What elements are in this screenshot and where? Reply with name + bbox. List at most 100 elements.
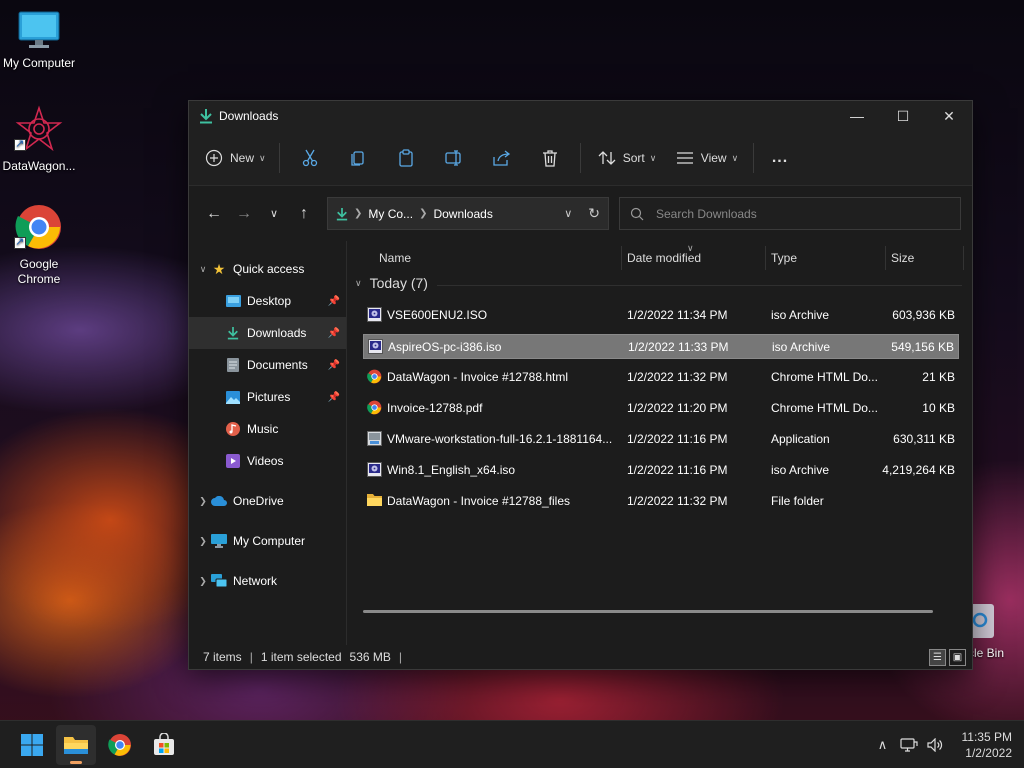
nav-item-documents[interactable]: Documents 📌 (189, 349, 346, 381)
chrome-icon (367, 369, 382, 384)
desktop-icon-label: Google Chrome (17, 257, 61, 286)
paste-button[interactable] (382, 141, 430, 175)
maximize-button[interactable]: ☐ (880, 101, 926, 131)
group-header-today[interactable]: ∨ Today (7) (355, 275, 428, 291)
address-dropdown-button[interactable]: ∨ (564, 207, 572, 220)
nav-item-music[interactable]: Music (189, 413, 346, 445)
iso-icon (367, 307, 382, 322)
cut-button[interactable] (286, 141, 334, 175)
address-row: ← → ∨ ↑ ❯ My Co... ❯ Downloads ∨ ↻ Searc… (189, 186, 972, 241)
start-button[interactable] (12, 725, 52, 765)
share-button[interactable] (478, 141, 526, 175)
taskbar-store[interactable] (144, 725, 184, 765)
file-row[interactable]: DataWagon - Invoice #12788_files 1/2/2022… (363, 489, 959, 514)
status-separator: | (398, 650, 403, 664)
group-divider (437, 285, 962, 286)
title-bar[interactable]: Downloads — ☐ ✕ (189, 101, 972, 131)
desktop-icon-datawagon[interactable]: DataWagon... (0, 105, 78, 174)
close-button[interactable]: ✕ (926, 101, 972, 131)
nav-item-network[interactable]: ❯ Network (189, 565, 346, 597)
new-button[interactable]: New ∨ (205, 149, 273, 167)
minimize-button[interactable]: — (834, 101, 880, 131)
breadcrumb-downloads[interactable]: Downloads (433, 207, 492, 221)
breadcrumb-my-computer[interactable]: My Co... (368, 207, 413, 221)
column-divider[interactable] (765, 246, 766, 270)
column-divider[interactable] (621, 246, 622, 270)
desktop-icon-label: DataWagon... (2, 159, 76, 173)
show-hidden-icons-button[interactable]: ∧ (870, 737, 896, 753)
back-button[interactable]: ← (199, 199, 229, 229)
forward-button[interactable]: → (229, 199, 259, 229)
file-row[interactable]: AspireOS-pc-i386.iso 1/2/2022 11:33 PM iso… (363, 334, 959, 359)
taskbar-file-explorer[interactable] (56, 724, 96, 765)
file-size: 630,311 KB (893, 432, 955, 446)
clock[interactable]: 11:35 PM 1/2/2022 (962, 729, 1012, 761)
file-row[interactable]: Win8.1_English_x64.iso 1/2/2022 11:16 PM i… (363, 458, 959, 483)
file-explorer-window: Downloads — ☐ ✕ New ∨ Sort ∨ View ∨ ... … (188, 100, 973, 670)
taskbar-chrome[interactable] (100, 725, 140, 765)
nav-item-label: Desktop (247, 294, 292, 308)
column-header-size[interactable]: Size (891, 246, 914, 270)
collapse-chevron-icon[interactable]: ∨ (355, 278, 362, 289)
toolbar-divider (753, 143, 754, 173)
iso-icon (367, 462, 382, 477)
search-input[interactable]: Search Downloads (619, 197, 961, 230)
nav-item-quick-access[interactable]: ∨ ★ Quick access (189, 253, 346, 285)
file-type: Application (771, 432, 830, 446)
file-date-modified: 1/2/2022 11:16 PM (627, 463, 728, 477)
horizontal-scrollbar[interactable] (363, 610, 933, 613)
expand-chevron-icon[interactable]: ∨ (195, 264, 211, 275)
file-row[interactable]: Invoice-12788.pdf 1/2/2022 11:20 PM Chrome… (363, 396, 959, 421)
desktop-icon-my-computer[interactable]: My Computer (0, 10, 78, 71)
file-name: VMware-workstation-full-16.2.1-1881164..… (387, 432, 613, 446)
installer-icon (367, 431, 382, 446)
copy-button[interactable] (334, 141, 382, 175)
recent-locations-button[interactable]: ∨ (259, 199, 289, 229)
status-item-count: 7 items (203, 650, 242, 664)
nav-item-desktop[interactable]: Desktop 📌 (189, 285, 346, 317)
address-bar[interactable]: ❯ My Co... ❯ Downloads ∨ ↻ (327, 197, 609, 230)
file-type: File folder (771, 494, 824, 508)
desktop-icon-google-chrome[interactable]: Google Chrome (0, 203, 78, 287)
file-date-modified: 1/2/2022 11:32 PM (627, 494, 728, 508)
monitor-icon (18, 11, 60, 48)
new-button-label: New (230, 151, 255, 165)
nav-item-my-computer[interactable]: ❯ My Computer (189, 525, 346, 557)
file-row[interactable]: DataWagon - Invoice #12788.html 1/2/2022 … (363, 365, 959, 390)
chrome-icon (108, 733, 131, 756)
desktop-icon-label: My Computer (2, 56, 76, 70)
nav-item-onedrive[interactable]: ❯ OneDrive (189, 485, 346, 517)
search-icon (630, 207, 644, 220)
column-header-type[interactable]: Type (771, 246, 797, 270)
iso-icon (368, 339, 383, 354)
up-button[interactable]: ↑ (289, 199, 319, 229)
column-header-name[interactable]: Name (379, 246, 411, 270)
view-button[interactable]: View ∨ (667, 151, 747, 165)
expand-chevron-icon[interactable]: ❯ (195, 536, 211, 547)
network-status-icon[interactable] (896, 737, 922, 753)
tiles-view-button[interactable]: ▣ (949, 649, 966, 666)
volume-icon[interactable] (922, 737, 948, 752)
file-date-modified: 1/2/2022 11:33 PM (628, 340, 729, 354)
download-arrow-icon (225, 326, 241, 340)
view-list-icon (676, 152, 693, 164)
expand-chevron-icon[interactable]: ❯ (195, 496, 211, 507)
more-options-button[interactable]: ... (760, 149, 800, 167)
file-row[interactable]: VSE600ENU2.ISO 1/2/2022 11:34 PM iso Archi… (363, 303, 959, 328)
expand-chevron-icon[interactable]: ❯ (195, 576, 211, 587)
rename-button[interactable] (430, 141, 478, 175)
nav-item-videos[interactable]: Videos (189, 445, 346, 477)
nav-item-pictures[interactable]: Pictures 📌 (189, 381, 346, 413)
desktop-icon-recycle-bin[interactable]: cle Bin (966, 600, 1024, 660)
shortcut-arrow-icon (14, 235, 26, 249)
nav-item-downloads[interactable]: Downloads 📌 (189, 317, 346, 349)
refresh-button[interactable]: ↻ (588, 205, 600, 222)
file-row[interactable]: VMware-workstation-full-16.2.1-1881164..… (363, 427, 959, 452)
file-type: Chrome HTML Do... (771, 401, 878, 415)
column-divider[interactable] (885, 246, 886, 270)
sort-button[interactable]: Sort ∨ (587, 150, 667, 166)
details-view-button[interactable]: ☰ (929, 649, 946, 666)
delete-button[interactable] (526, 141, 574, 175)
column-divider[interactable] (963, 246, 964, 270)
file-name: Win8.1_English_x64.iso (387, 463, 516, 477)
